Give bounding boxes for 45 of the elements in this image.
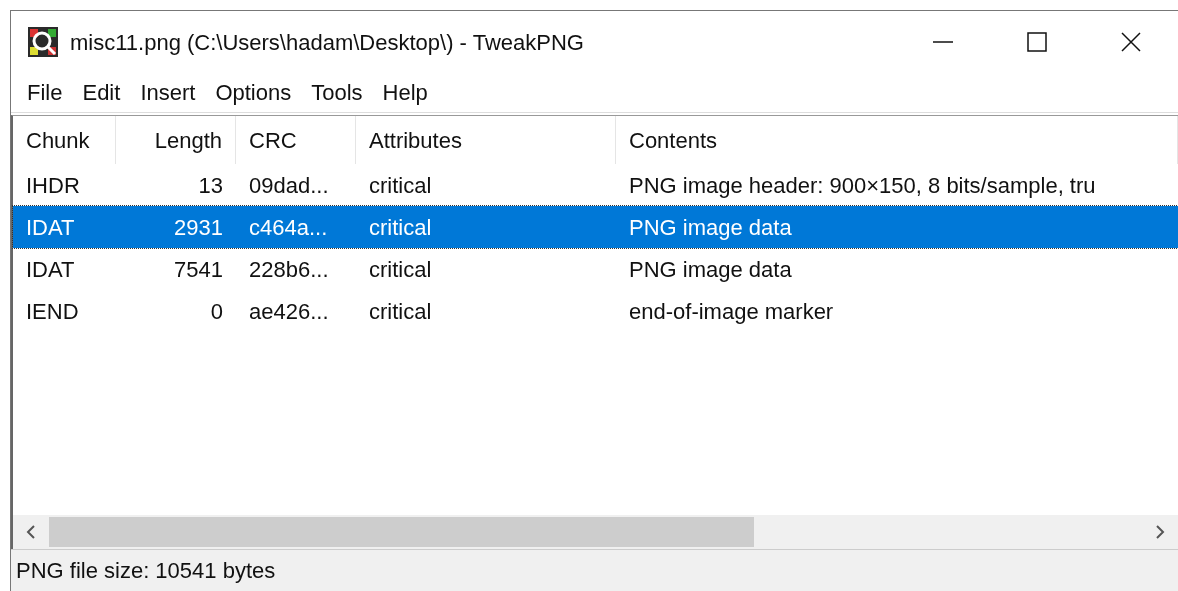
table-cell-text: PNG image data bbox=[628, 213, 793, 242]
table-row[interactable]: IDAT 2931 c464a... critical PNG image data bbox=[13, 206, 1178, 248]
table-cell-text: end-of-image marker bbox=[628, 297, 835, 326]
table-cell-text: critical bbox=[368, 297, 433, 326]
table-cell-text: IHDR bbox=[25, 171, 81, 200]
table-cell-text: PNG image header: 900×150, 8 bits/sample, tru bbox=[628, 171, 1097, 200]
table-cell-text: IDAT bbox=[25, 213, 76, 242]
status-text: PNG file size: 10541 bytes bbox=[16, 557, 276, 585]
menu-item[interactable]: Tools bbox=[301, 76, 373, 109]
scrollbar-thumb[interactable] bbox=[49, 517, 754, 547]
table-cell-text: 228b6... bbox=[248, 255, 330, 284]
table-cell-text: ae426... bbox=[248, 297, 330, 326]
table-row[interactable]: IEND 0 ae426... critical end-of-image marker bbox=[13, 290, 1178, 332]
table-cell-text: c464a... bbox=[248, 213, 329, 242]
table-cell-text: 09dad... bbox=[248, 171, 330, 200]
menu-item[interactable]: Help bbox=[372, 76, 438, 109]
menu-item[interactable]: File bbox=[17, 76, 73, 109]
menu-item[interactable]: Insert bbox=[130, 76, 206, 109]
table-cell-text: 0 bbox=[209, 297, 224, 326]
app-icon bbox=[28, 27, 58, 57]
table-cell-text: 7541 bbox=[173, 255, 224, 284]
menu-item[interactable]: Edit bbox=[72, 76, 131, 109]
scroll-right-icon[interactable] bbox=[1154, 525, 1166, 539]
column-header[interactable]: CRC bbox=[236, 116, 356, 164]
column-header[interactable]: Chunk bbox=[13, 116, 116, 164]
close-icon bbox=[1121, 32, 1141, 52]
column-header[interactable]: Contents bbox=[616, 116, 1178, 164]
table-row[interactable]: IHDR 13 09dad... critical PNG image header: 900×150, 8 bits/sample, tru bbox=[13, 164, 1178, 206]
table-cell-text: IEND bbox=[25, 297, 80, 326]
window-title: misc11.png (C:\Users\hadam\Desktop\) - TweakPNG bbox=[70, 28, 584, 57]
table-cell-text: critical bbox=[368, 255, 433, 284]
minimize-icon bbox=[933, 41, 953, 43]
column-header[interactable]: Attributes bbox=[356, 116, 616, 164]
scroll-left-icon[interactable] bbox=[25, 525, 37, 539]
column-header[interactable]: Length bbox=[116, 116, 236, 164]
table-cell-text: 2931 bbox=[173, 213, 224, 242]
table-cell-text: PNG image data bbox=[628, 255, 793, 284]
table-cell-text: critical bbox=[368, 213, 433, 242]
table-cell-text: IDAT bbox=[25, 255, 76, 284]
horizontal-scrollbar[interactable] bbox=[13, 515, 1178, 549]
maximize-icon bbox=[1027, 32, 1047, 52]
table-cell-text: critical bbox=[368, 171, 433, 200]
table-cell-text: 13 bbox=[197, 171, 224, 200]
menu-item[interactable]: Options bbox=[205, 76, 302, 109]
table-row[interactable]: IDAT 7541 228b6... critical PNG image data bbox=[13, 248, 1178, 290]
